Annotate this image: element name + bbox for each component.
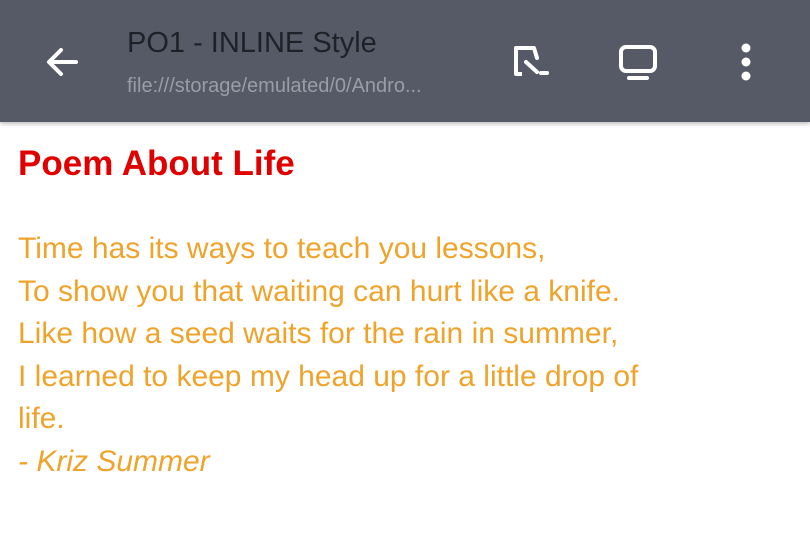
poem-heading: Poem About Life <box>18 144 295 183</box>
open-external-button[interactable] <box>496 30 560 94</box>
back-button[interactable] <box>30 30 94 94</box>
page-url: file:///storage/emulated/0/Andro... <box>127 75 422 97</box>
poem-line: To show you that waiting can hurt like a… <box>18 274 620 308</box>
open-in-app-icon <box>514 46 549 76</box>
page-title: PO1 - INLINE Style <box>127 27 377 59</box>
poem-author: - Kriz Summer <box>18 444 210 478</box>
poem-line: life. <box>18 402 65 435</box>
more-options-button[interactable] <box>714 30 778 94</box>
poem-line: Like how a seed waits for the rain in su… <box>18 317 619 350</box>
monitor-icon <box>619 45 657 80</box>
arrow-left-icon <box>47 48 78 76</box>
desktop-site-button[interactable] <box>606 30 670 94</box>
title-block: PO1 - INLINE Style file:///storage/emula… <box>127 24 487 101</box>
more-vert-icon <box>741 43 751 81</box>
poem-text: Time has its ways to teach you lessons, … <box>18 228 798 483</box>
page-content: Poem About Life Time has its ways to tea… <box>18 140 798 483</box>
poem-line: Time has its ways to teach you lessons, <box>18 232 546 265</box>
app-toolbar: PO1 - INLINE Style file:///storage/emula… <box>0 0 810 122</box>
poem-line: I learned to keep my head up for a littl… <box>18 359 639 393</box>
